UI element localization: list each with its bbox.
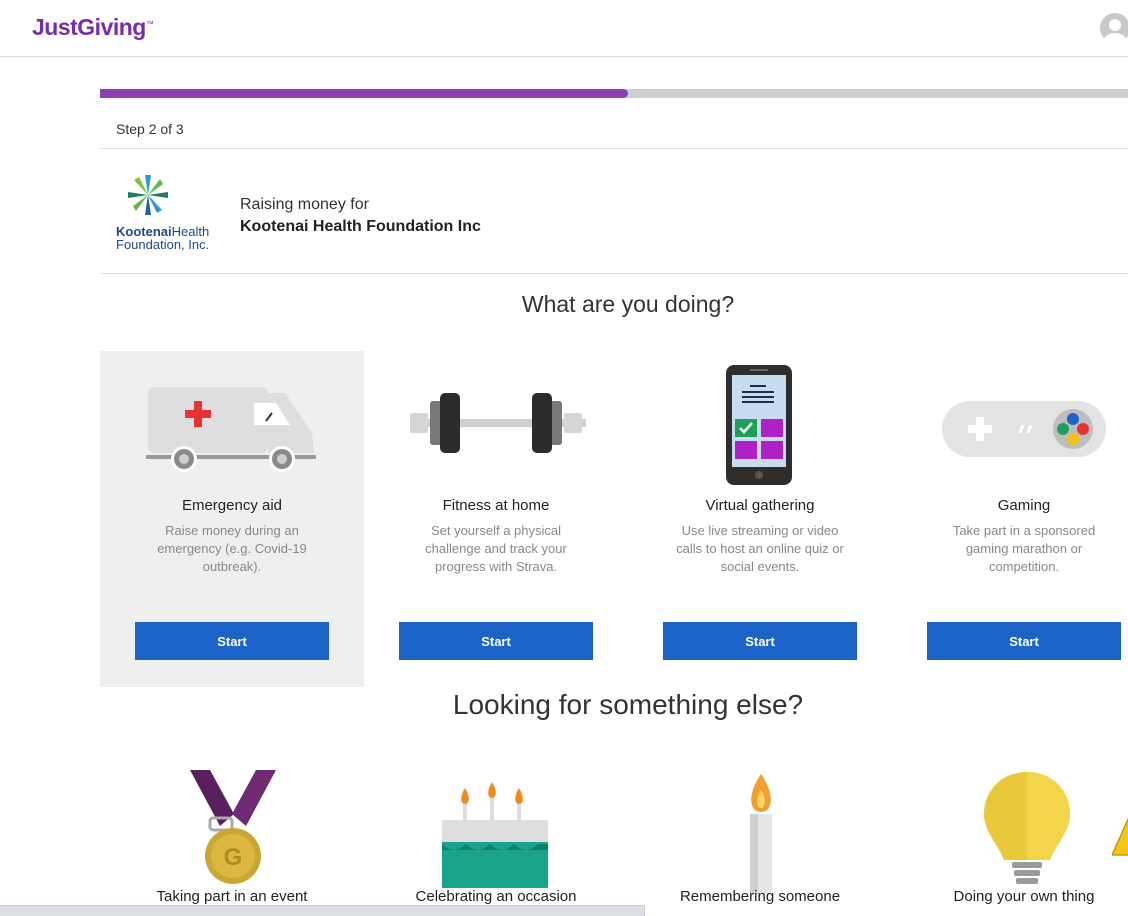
other-option-own-thing[interactable]: Doing your own thing <box>892 764 1128 916</box>
charity-logo-pinwheel-icon <box>128 175 168 215</box>
option-description: Set yourself a physical challenge and tr… <box>425 523 567 574</box>
divider <box>100 273 1128 274</box>
other-option-label: Doing your own thing <box>953 888 1095 905</box>
justgiving-logo[interactable]: JustGiving™ <box>32 14 154 41</box>
option-card-gaming[interactable]: Gaming Take part in a sponsored gaming m… <box>892 351 1128 687</box>
dumbbell-icon <box>410 393 586 453</box>
progress-bar <box>100 89 1128 98</box>
charity-logo-text-line2: Foundation, Inc. <box>116 237 210 252</box>
logo-text: JustGiving <box>32 14 146 40</box>
candle-icon <box>750 774 772 894</box>
charity-logo: KootenaiHealth Foundation, Inc. <box>116 173 228 253</box>
birthday-cake-icon <box>442 782 548 888</box>
browser-status-bar <box>0 905 645 916</box>
charity-name: Kootenai Health Foundation Inc <box>240 218 481 235</box>
looking-for-something-else-heading: Looking for something else? <box>452 689 804 720</box>
option-card-virtual-gathering[interactable]: Virtual gathering Use live streaming or … <box>628 351 892 687</box>
progress-bar-fill <box>100 89 629 98</box>
top-navigation-bar: JustGiving™ <box>0 0 1128 57</box>
other-option-event[interactable]: G Taking part in an event <box>100 764 364 916</box>
start-button-emergency-aid[interactable]: Start <box>135 622 329 660</box>
main-card: Step 2 of 3 KootenaiHealth Foundation, I… <box>100 98 1128 916</box>
smartphone-icon <box>726 365 792 485</box>
option-description: Take part in a sponsored gaming marathon… <box>952 523 1096 574</box>
raising-money-label: Raising money for <box>240 196 369 213</box>
option-title: Gaming <box>997 497 1051 514</box>
logo-trademark: ™ <box>145 19 154 29</box>
svg-text:G: G <box>224 844 243 871</box>
option-card-fitness-at-home[interactable]: Fitness at home Set yourself a physical … <box>364 351 628 687</box>
start-button-fitness-at-home[interactable]: Start <box>399 622 593 660</box>
other-option-label: Taking part in an event <box>156 888 308 905</box>
gamepad-icon <box>942 401 1106 457</box>
option-description: Use live streaming or video calls to hos… <box>676 523 844 574</box>
other-option-remembering[interactable]: Remembering someone <box>628 764 892 916</box>
other-option-label: Remembering someone <box>679 888 841 905</box>
medal-icon: G <box>190 770 276 884</box>
other-option-celebration[interactable]: Celebrating an occasion <box>364 764 628 916</box>
user-avatar-icon[interactable] <box>1100 13 1128 43</box>
option-title: Fitness at home <box>442 497 550 514</box>
divider <box>100 148 1128 149</box>
lightbulb-icon <box>984 772 1070 884</box>
step-indicator: Step 2 of 3 <box>116 121 184 137</box>
what-are-you-doing-heading: What are you doing? <box>521 291 735 317</box>
ambulance-icon <box>146 387 316 472</box>
other-option-label: Celebrating an occasion <box>415 888 577 905</box>
start-button-virtual-gathering[interactable]: Start <box>663 622 857 660</box>
option-card-emergency-aid[interactable]: Emergency aid Raise money during an emer… <box>100 351 364 687</box>
option-description: Raise money during an emergency (e.g. Co… <box>157 523 307 574</box>
warning-icon <box>1110 815 1128 864</box>
option-title: Virtual gathering <box>705 497 815 514</box>
option-title: Emergency aid <box>181 497 283 514</box>
start-button-gaming[interactable]: Start <box>927 622 1121 660</box>
